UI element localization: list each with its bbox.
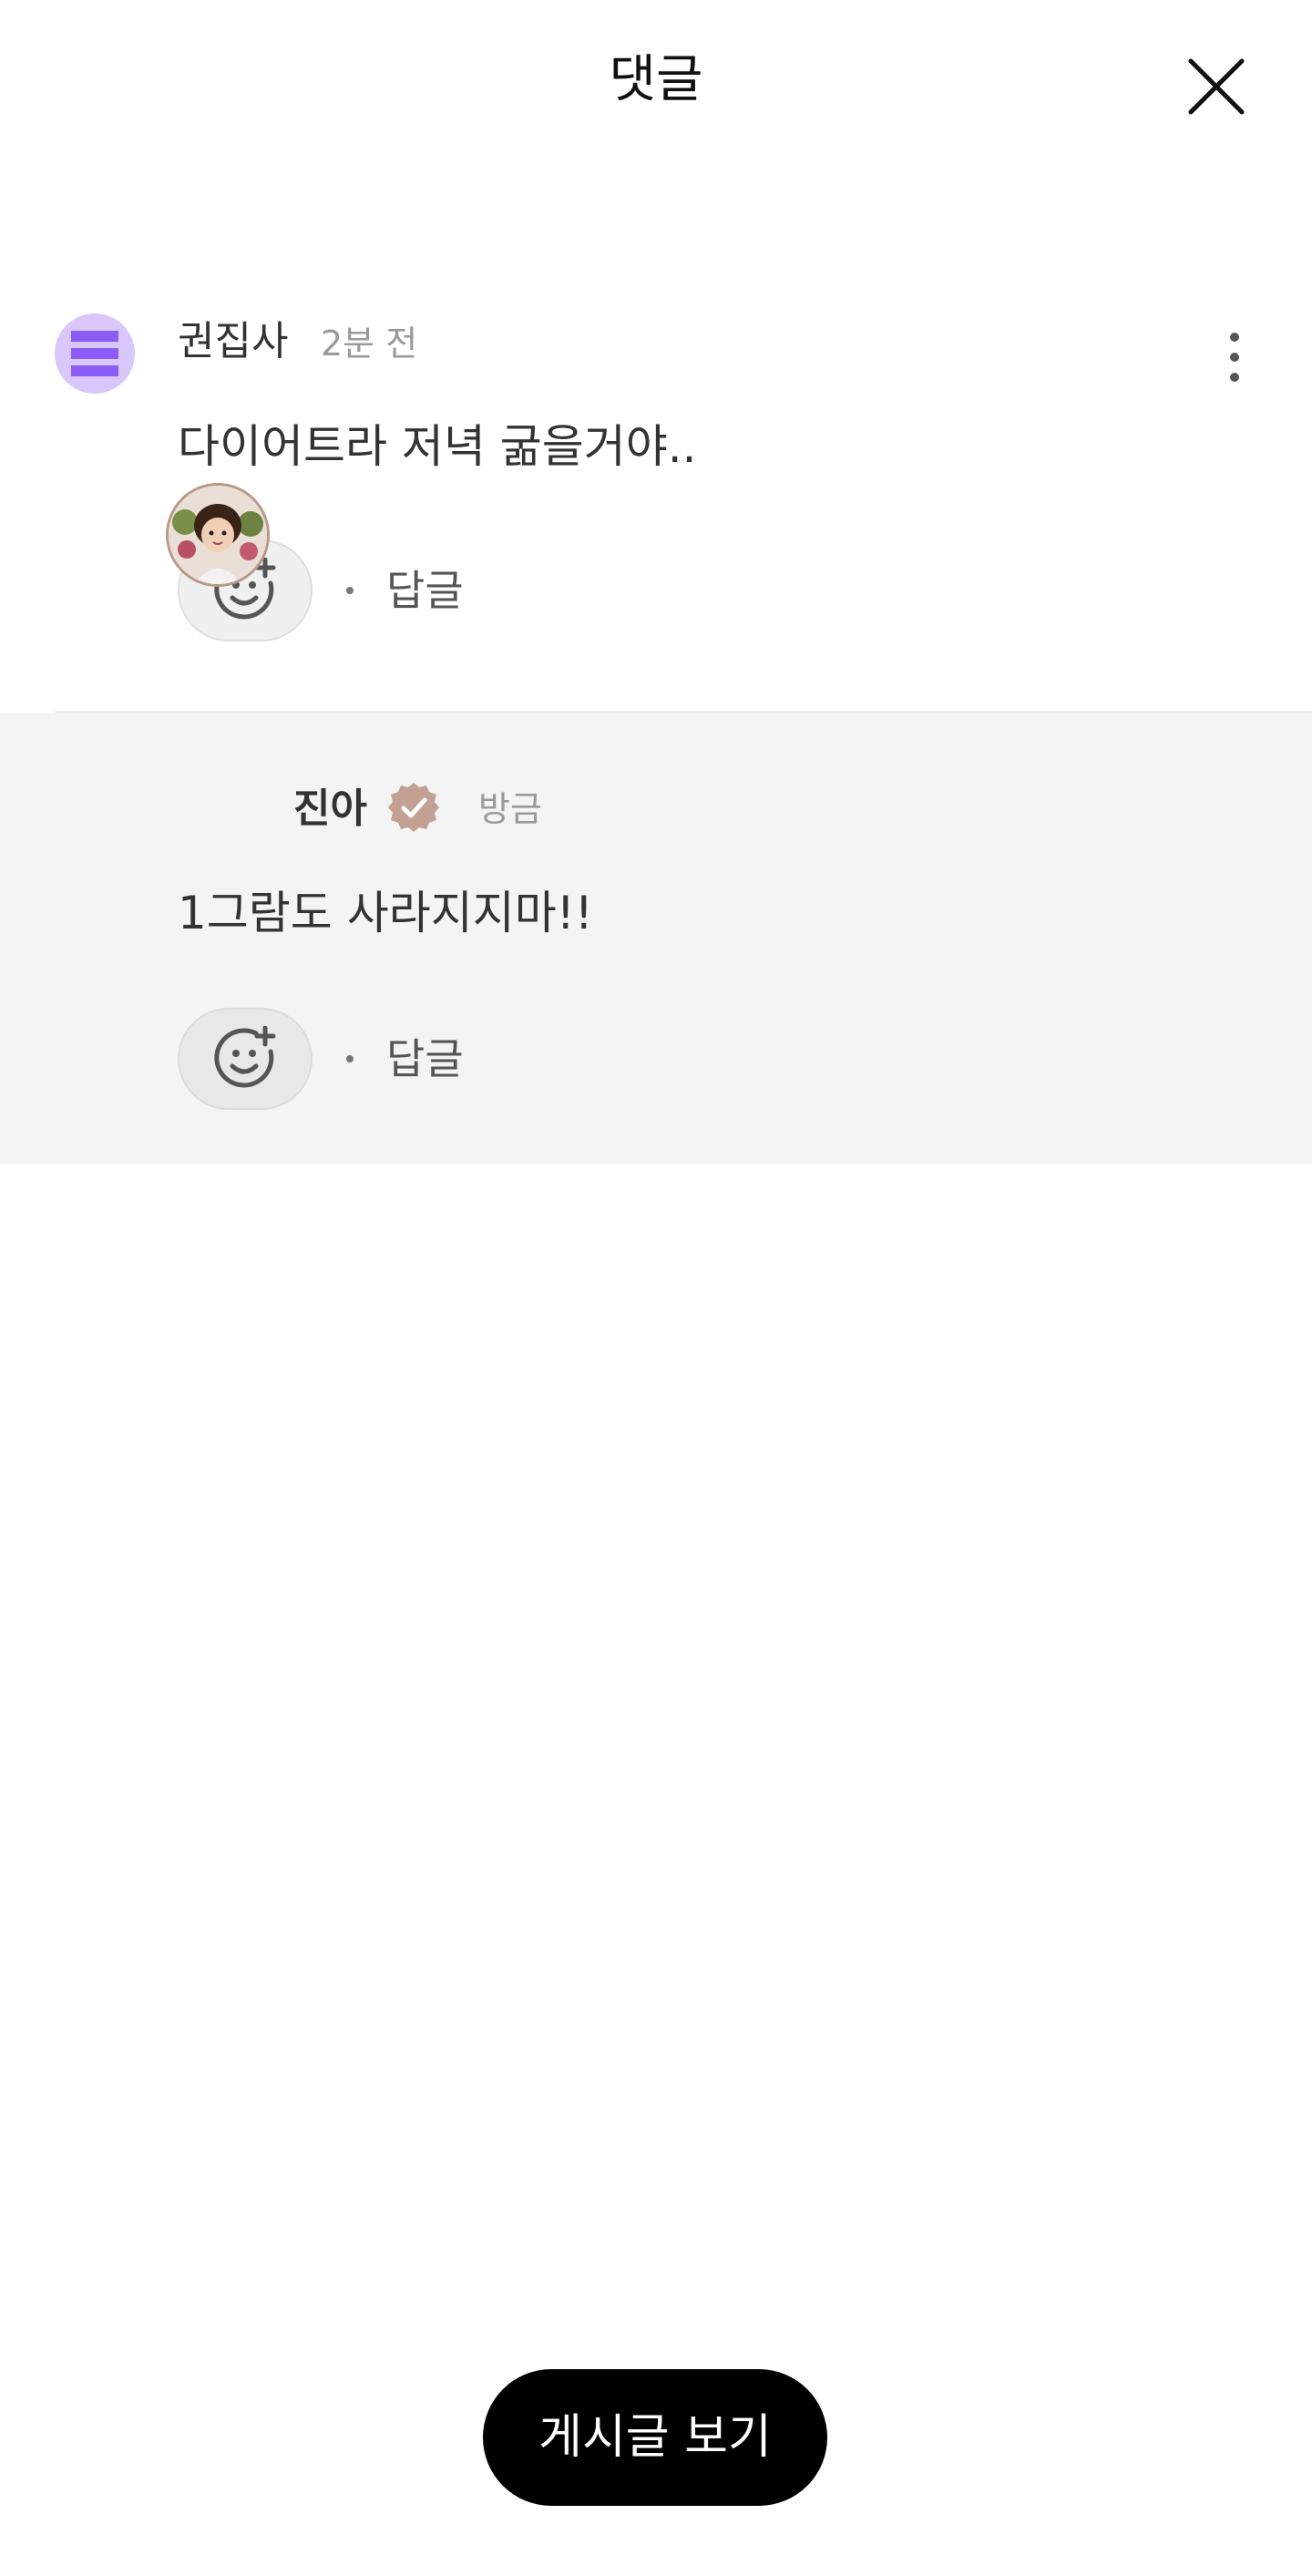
more-icon-dot: [1230, 353, 1239, 362]
comment-text: 다이어트라 저녁 굶을거야..: [178, 420, 697, 473]
reply-link[interactable]: 답글: [386, 563, 464, 618]
smiley-plus-icon: [214, 1026, 276, 1088]
avatar[interactable]: [166, 483, 270, 587]
comment-time: 2분 전: [321, 323, 418, 364]
comment-author[interactable]: 진아: [293, 784, 367, 835]
separator-dot: [346, 1055, 354, 1062]
header: 댓글: [0, 0, 1312, 164]
avatar[interactable]: [55, 313, 135, 394]
view-post-button[interactable]: 게시글 보기: [483, 2369, 827, 2506]
comment-time: 방금: [478, 789, 542, 829]
more-icon: [1230, 333, 1239, 342]
reply-link[interactable]: 답글: [386, 1031, 464, 1086]
add-reaction-button[interactable]: [178, 1008, 313, 1110]
profile-photo-icon: [169, 486, 267, 584]
stack-icon: [71, 331, 118, 376]
verified-badge-icon: [388, 783, 439, 832]
comment-text: 1그람도 사라지지마!!: [178, 887, 593, 939]
comment-author[interactable]: 권집사: [178, 316, 288, 367]
more-options-button[interactable]: [1207, 321, 1262, 394]
more-icon-dot: [1230, 373, 1239, 382]
close-button[interactable]: [1175, 46, 1257, 128]
page-title: 댓글: [609, 50, 703, 109]
close-icon: [1188, 58, 1245, 115]
separator-dot: [346, 587, 354, 594]
